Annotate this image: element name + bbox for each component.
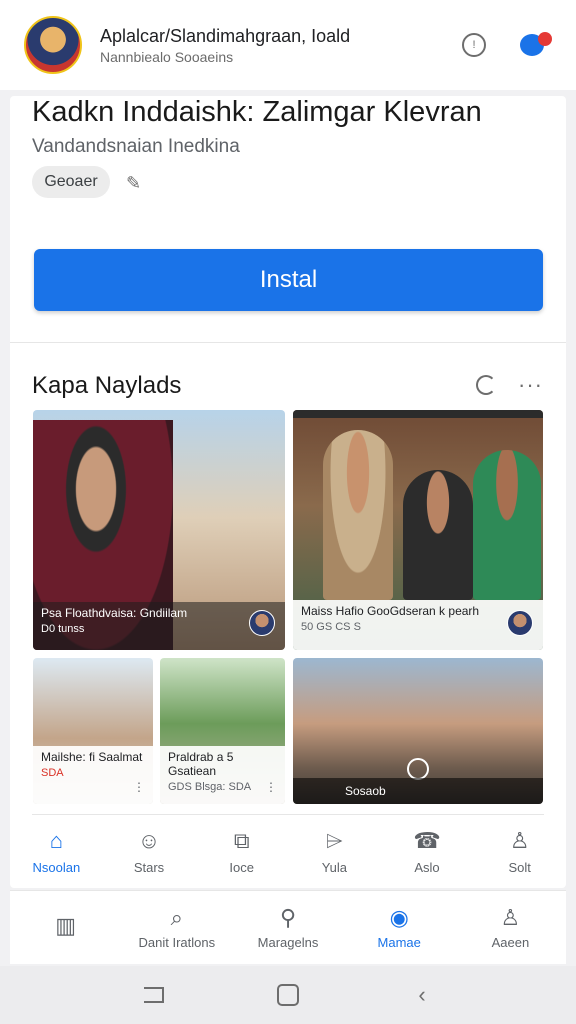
category-label: Stars <box>133 859 165 875</box>
media-tile[interactable]: Maiss Hafio GooGdseran k pearh 50 GS CS … <box>293 410 543 650</box>
copy-icon: ⧉ <box>233 827 250 853</box>
header-text: Aplalcar/Slandimahgraan, Ioald Nannbieal… <box>100 26 444 65</box>
media-tile[interactable]: Praldrab a 5 Gsatiean GDS Blsga: SDA ⋮ <box>160 658 285 804</box>
nav-item-messages[interactable]: ◉ Mamae <box>344 891 455 964</box>
header-subtitle: Nannbiealo Sooaeins <box>100 48 234 65</box>
tile-caption: Praldrab a 5 Gsatiean GDS Blsga: SDA <box>160 746 285 804</box>
back-icon: ‹ <box>418 982 426 1007</box>
media-tile[interactable]: Psa Floathdvaisa: Gndiilam D0 tunss <box>33 410 285 650</box>
robot-icon: ☎ <box>413 827 441 853</box>
category-label: Yula <box>321 859 347 875</box>
more-icon[interactable]: ⋮ <box>133 780 145 794</box>
section-title: Kapa Naylads <box>32 372 182 399</box>
nav-label: Maragelns <box>257 935 319 950</box>
home-button[interactable] <box>276 983 300 1007</box>
tile-avatar <box>249 610 275 636</box>
category-item[interactable]: ⌲ Yula <box>288 818 381 884</box>
category-item[interactable]: ⧉ Ioce <box>195 818 288 884</box>
media-tile[interactable]: Sosaob <box>293 658 543 804</box>
app-subtitle: Vandandsnaian Inedkina <box>32 136 240 157</box>
home-icon: ⌂ <box>49 827 63 853</box>
play-icon[interactable] <box>407 758 429 780</box>
category-item[interactable]: ☺ Stars <box>103 818 196 884</box>
stats-icon: ▥ <box>55 912 76 938</box>
messenger-icon[interactable] <box>520 32 552 58</box>
avatar[interactable] <box>24 16 82 74</box>
more-icon[interactable]: ⋮ <box>265 780 277 794</box>
nav-label: Mamae <box>377 935 421 950</box>
bottom-nav: ▥ ⌕ Danit Iratlons ⚲ Maragelns ◉ Mamae ♙… <box>10 890 566 964</box>
system-nav: ‹ <box>0 966 576 1024</box>
nav-item-account[interactable]: ♙ Aaeen <box>455 891 566 964</box>
photo-person <box>403 470 473 600</box>
top-header: Aplalcar/Slandimahgraan, Ioald Nannbieal… <box>0 0 576 90</box>
tile-title: Praldrab a 5 Gsatiean <box>168 750 234 778</box>
category-item[interactable]: ♙ Solt <box>473 818 566 884</box>
app-title: Kadkn Inddaishk: Zalimgar Klevran <box>32 96 482 128</box>
media-tile[interactable]: Mailshe: fi Saalmat SDA ⋮ <box>33 658 153 804</box>
nav-item-discover[interactable]: ⌕ Danit Iratlons <box>121 891 232 964</box>
install-button[interactable]: Instal <box>34 249 543 311</box>
divider <box>32 814 544 815</box>
messenger-icon: ◉ <box>389 905 409 930</box>
user-check-icon: ♙ <box>509 827 530 853</box>
photo-person <box>323 430 393 600</box>
recents-icon <box>144 987 164 1003</box>
category-nav: ⌂ Nsoolan ☺ Stars ⧉ Ioce ⌲ Yula ☎ Aslo ♙… <box>10 818 566 884</box>
search-icon: ⚲ <box>279 905 297 930</box>
header-title: Aplalcar/Slandimahgraan, Ioald <box>100 25 351 46</box>
tile-meta: SDA <box>41 767 64 779</box>
tile-caption: Mailshe: fi Saalmat SDA <box>33 746 153 804</box>
tile-meta: 50 GS CS S <box>301 621 361 633</box>
tile-title: Psa Floathdvaisa: Gndiilam <box>41 606 188 620</box>
divider <box>10 342 566 343</box>
category-chip[interactable]: Geoaer <box>32 166 110 198</box>
tile-caption: Maiss Hafio GooGdseran k pearh 50 GS CS … <box>293 600 543 650</box>
home-icon <box>277 984 299 1006</box>
tile-caption: Psa Floathdvaisa: Gndiilam D0 tunss <box>33 602 285 650</box>
category-item[interactable]: ☎ Aslo <box>381 818 474 884</box>
video-controls <box>293 778 543 804</box>
back-button[interactable]: ‹ <box>410 982 434 1007</box>
category-label: Nsoolan <box>32 859 81 875</box>
feedback-icon: ⌲ <box>325 827 343 853</box>
more-icon[interactable]: ··· <box>518 372 543 398</box>
nav-item-search[interactable]: ⚲ Maragelns <box>232 891 343 964</box>
nav-label: Danit Iratlons <box>138 935 216 950</box>
video-label: Sosaob <box>345 784 386 798</box>
account-icon: ♙ <box>500 905 521 930</box>
category-label: Solt <box>508 859 531 875</box>
category-label: Ioce <box>229 859 254 875</box>
video-topbar <box>293 410 543 418</box>
tile-meta: GDS Blsga: SDA <box>168 781 252 793</box>
tile-avatar <box>507 610 533 636</box>
nav-item-stats[interactable]: ▥ <box>10 891 121 964</box>
tile-title: Mailshe: fi Saalmat <box>41 750 143 764</box>
recents-button[interactable] <box>142 983 166 1007</box>
smile-icon: ☺ <box>137 827 161 853</box>
photo-person <box>473 450 541 600</box>
clock-icon[interactable]: ! <box>462 33 486 57</box>
app-card: Kadkn Inddaishk: Zalimgar Klevran Vandan… <box>10 96 566 888</box>
search-zoom-icon: ⌕ <box>170 905 183 930</box>
notification-dot <box>538 32 552 46</box>
pin-icon[interactable]: ✎ <box>126 174 144 192</box>
refresh-icon[interactable] <box>476 375 496 395</box>
tile-meta: D0 tunss <box>41 623 85 635</box>
screen: Aplalcar/Slandimahgraan, Ioald Nannbieal… <box>0 0 576 1024</box>
tile-title: Maiss Hafio GooGdseran k pearh <box>301 604 480 618</box>
category-label: Aslo <box>414 859 440 875</box>
nav-label: Aaeen <box>491 935 530 950</box>
category-item[interactable]: ⌂ Nsoolan <box>10 818 103 884</box>
